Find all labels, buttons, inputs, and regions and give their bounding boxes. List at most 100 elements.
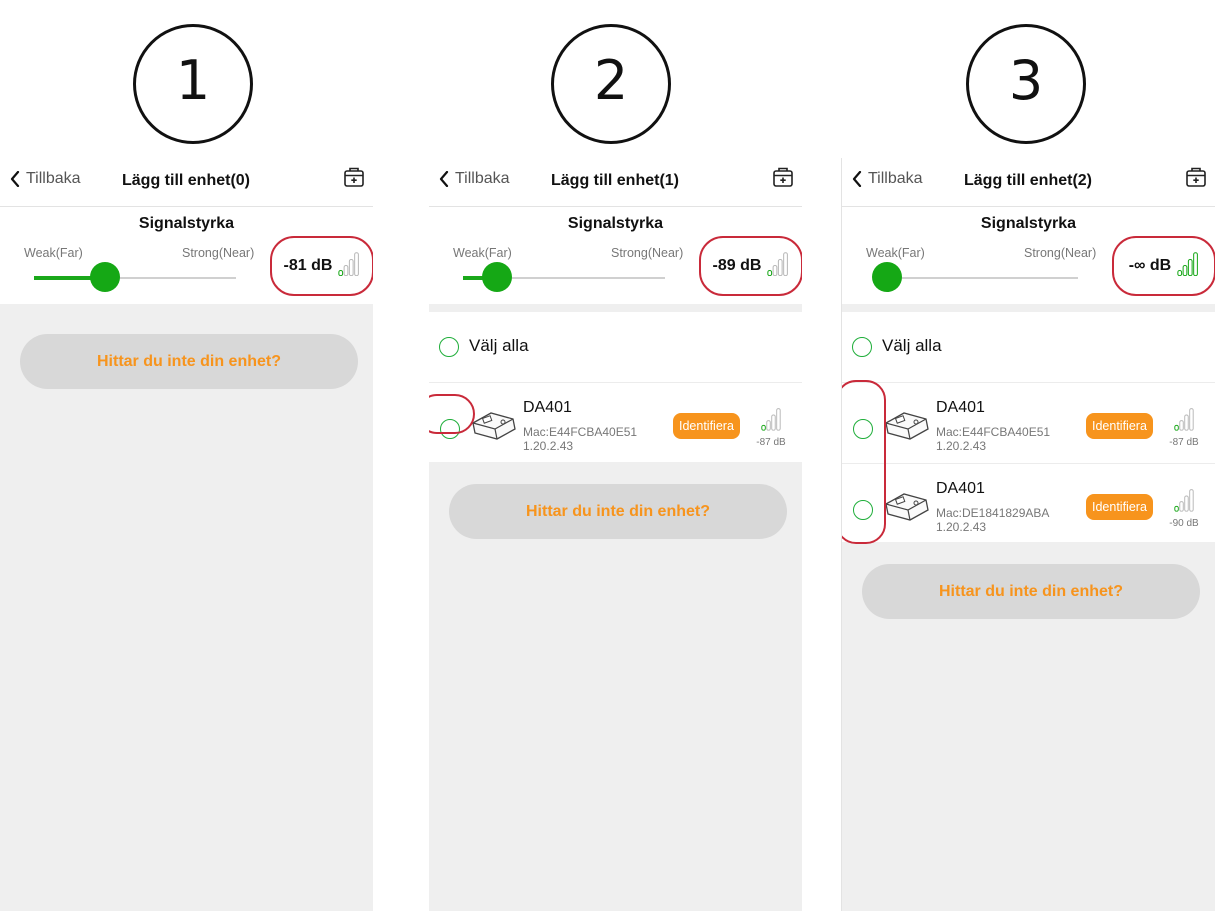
- signal-bar: [1178, 501, 1184, 512]
- signal-bar: [783, 251, 789, 276]
- device-signal: -87 dB: [751, 407, 791, 448]
- step-number-3: 3: [966, 24, 1086, 144]
- slider-thumb[interactable]: [89, 262, 120, 292]
- device-version: 1.20.2.43: [936, 520, 987, 534]
- device-mac: Mac:DE1841829ABA: [936, 506, 1050, 520]
- back-button[interactable]: Tillbaka: [10, 170, 81, 188]
- signal-bar: [773, 264, 778, 276]
- device-row[interactable]: DA401 Mac:E44FCBA40E51 1.20.2.43 Identif…: [842, 382, 1215, 463]
- device-signal: -90 dB: [1164, 488, 1204, 529]
- header-divider: [842, 206, 1215, 207]
- signal-bar: [775, 408, 781, 431]
- signal-bars-icon: [1177, 251, 1199, 276]
- nav-header: Tillbaka Lägg till enhet(0): [0, 158, 373, 206]
- cant-find-device-button[interactable]: Hittar du inte din enhet?: [20, 334, 358, 389]
- back-button[interactable]: Tillbaka: [852, 170, 923, 188]
- signal-bar: [1183, 495, 1189, 512]
- signal-bar: [1188, 408, 1194, 431]
- page-title: Lägg till enhet(0): [122, 172, 250, 189]
- device-name: DA401: [936, 399, 985, 416]
- device-version: 1.20.2.43: [523, 439, 574, 453]
- signal-bar: [1173, 424, 1179, 431]
- chevron-left-icon: [439, 171, 449, 187]
- weak-label: Weak(Far): [866, 246, 925, 260]
- weak-label: Weak(Far): [453, 246, 512, 260]
- device-image: [885, 412, 929, 440]
- device-name: DA401: [523, 399, 572, 416]
- select-all-label: Välj alla: [469, 336, 529, 355]
- signal-bar: [765, 420, 771, 431]
- signal-bar: [349, 258, 355, 276]
- phone-screen-3: Tillbaka Lägg till enhet(2) Signalstyrka…: [841, 158, 1215, 911]
- db-highlight: -89 dB: [699, 236, 802, 296]
- step-number-1: 1: [133, 24, 253, 144]
- signal-bar: [1177, 269, 1183, 276]
- signal-bar: [354, 251, 360, 276]
- slider-thumb[interactable]: [482, 262, 513, 292]
- db-highlight: -81 dB: [270, 236, 373, 296]
- back-button[interactable]: Tillbaka: [439, 170, 510, 188]
- page-title: Lägg till enhet(2): [964, 172, 1092, 189]
- header-divider: [429, 206, 802, 207]
- signal-bar: [778, 258, 784, 276]
- add-device-button[interactable]: [1185, 166, 1207, 193]
- device-image: [885, 493, 929, 521]
- add-device-button[interactable]: [343, 166, 365, 193]
- device-name: DA401: [936, 480, 985, 497]
- device-version: 1.20.2.43: [936, 439, 987, 453]
- chevron-left-icon: [10, 171, 20, 187]
- signal-bar: [1178, 420, 1184, 431]
- phone-screen-1: Tillbaka Lägg till enhet(0) Signalstyrka…: [0, 158, 373, 911]
- cant-find-device-button[interactable]: Hittar du inte din enhet?: [449, 484, 787, 539]
- select-all-radio[interactable]: [439, 337, 459, 357]
- add-device-icon: [344, 167, 364, 187]
- signal-bar: [760, 424, 766, 431]
- signal-bar: [1173, 505, 1179, 512]
- signal-bar: [1188, 489, 1194, 512]
- slider-track: [876, 277, 1078, 279]
- signal-strength-title: Signalstyrka: [138, 215, 235, 232]
- signal-threshold-slider[interactable]: [463, 262, 665, 292]
- signal-bars-icon: [760, 408, 781, 431]
- header-divider: [0, 206, 373, 207]
- device-list: Välj alla DA401 Mac:E44FCBA40E51 1.20.2.…: [429, 312, 802, 462]
- identify-button[interactable]: Identifiera: [1086, 413, 1153, 439]
- identify-button[interactable]: Identifiera: [1086, 494, 1153, 520]
- slider-thumb[interactable]: [872, 262, 902, 292]
- signal-bars: [767, 251, 789, 282]
- weak-label: Weak(Far): [24, 246, 83, 260]
- strong-label: Strong(Near): [182, 246, 255, 260]
- add-device-button[interactable]: [772, 166, 794, 193]
- back-label: Tillbaka: [455, 170, 510, 187]
- select-all-radio[interactable]: [852, 337, 872, 357]
- signal-bar: [338, 269, 344, 276]
- cant-find-device-button[interactable]: Hittar du inte din enhet?: [862, 564, 1200, 619]
- device-row[interactable]: DA401 Mac:DE1841829ABA 1.20.2.43 Identif…: [842, 463, 1215, 544]
- device-image-wrapper: [882, 488, 932, 529]
- step-number-2: 2: [551, 24, 671, 144]
- signal-bar: [1188, 258, 1193, 276]
- device-signal: -87 dB: [1164, 407, 1204, 448]
- signal-bars: [1177, 251, 1199, 282]
- select-all-row[interactable]: Välj alla: [842, 312, 1215, 382]
- signal-threshold-slider[interactable]: [872, 262, 1078, 292]
- signal-bar: [1193, 251, 1199, 276]
- signal-bars: [338, 251, 360, 282]
- chevron-left-icon: [852, 171, 862, 187]
- device-row[interactable]: DA401 Mac:E44FCBA40E51 1.20.2.43 Identif…: [429, 382, 802, 463]
- signal-bars-icon: [767, 251, 789, 276]
- device-mac: Mac:E44FCBA40E51: [523, 425, 638, 439]
- identify-button[interactable]: Identifiera: [673, 413, 740, 439]
- signal-bars-icon: [338, 251, 360, 276]
- signal-bar: [770, 414, 776, 431]
- radio-highlight: [429, 394, 475, 434]
- phone-screen-2: Tillbaka Lägg till enhet(1) Signalstyrka…: [429, 158, 802, 911]
- signal-threshold-slider[interactable]: [34, 262, 236, 292]
- page-title: Lägg till enhet(1): [551, 172, 679, 189]
- signal-bar: [1183, 414, 1189, 431]
- signal-strength-title: Signalstyrka: [567, 215, 664, 232]
- device-rssi: -90 dB: [1169, 518, 1199, 529]
- signal-bar: [344, 264, 349, 276]
- select-all-row[interactable]: Välj alla: [429, 312, 802, 382]
- db-value: -89 dB: [712, 257, 762, 274]
